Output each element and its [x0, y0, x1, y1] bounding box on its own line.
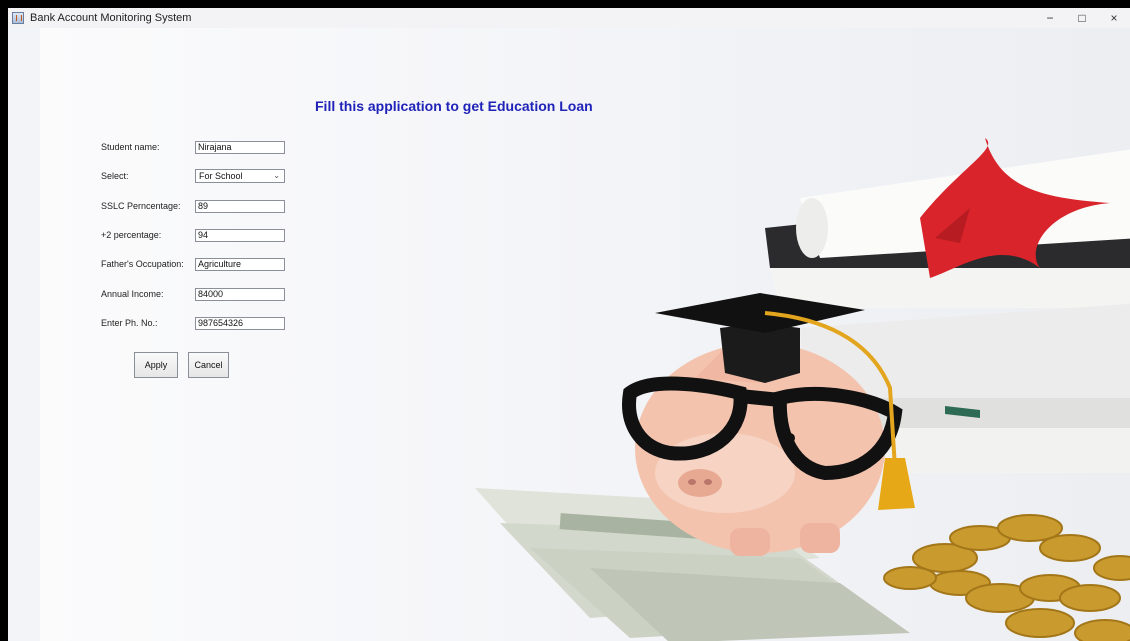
row-select: Select: For School ⌄	[101, 169, 285, 183]
education-loan-illustration	[475, 138, 1130, 641]
row-phone: Enter Ph. No.: 987654326	[101, 316, 285, 330]
row-father-occupation: Father's Occupation: Agriculture	[101, 257, 285, 271]
student-name-input[interactable]: Nirajana	[195, 140, 285, 154]
sslc-input[interactable]: 89	[195, 199, 285, 213]
father-occupation-input[interactable]: Agriculture	[195, 257, 285, 271]
content-panel: Fill this application to get Education L…	[40, 28, 1130, 641]
row-plus-two: +2 percentage: 94	[101, 228, 285, 242]
loan-type-select[interactable]: For School ⌄	[195, 169, 285, 183]
minimize-button[interactable]: −	[1034, 8, 1066, 28]
father-occupation-label: Father's Occupation:	[101, 259, 184, 269]
annual-income-input[interactable]: 84000	[195, 287, 285, 301]
window-title: Bank Account Monitoring System	[30, 12, 192, 24]
coins-icon	[883, 514, 1130, 641]
window-controls: − □ ×	[1034, 8, 1130, 28]
student-name-label: Student name:	[101, 142, 160, 152]
page-heading: Fill this application to get Education L…	[315, 98, 593, 114]
plus-two-input[interactable]: 94	[195, 228, 285, 242]
cancel-button[interactable]: Cancel	[188, 352, 229, 378]
phone-input[interactable]: 987654326	[195, 316, 285, 330]
java-app-icon	[12, 12, 24, 24]
plus-two-label: +2 percentage:	[101, 230, 162, 240]
app-window: Bank Account Monitoring System − □ × Fil…	[8, 8, 1130, 641]
annual-income-label: Annual Income:	[101, 289, 164, 299]
row-annual-income: Annual Income: 84000	[101, 287, 285, 301]
sslc-label: SSLC Perncentage:	[101, 201, 181, 211]
maximize-button[interactable]: □	[1066, 8, 1098, 28]
apply-button[interactable]: Apply	[134, 352, 178, 378]
close-button[interactable]: ×	[1098, 8, 1130, 28]
loan-type-value: For School	[199, 171, 243, 181]
phone-label: Enter Ph. No.:	[101, 318, 158, 328]
row-student-name: Student name: Nirajana	[101, 140, 285, 154]
title-bar: Bank Account Monitoring System − □ ×	[8, 8, 1130, 28]
select-label: Select:	[101, 171, 129, 181]
row-sslc: SSLC Perncentage: 89	[101, 199, 285, 213]
chevron-down-icon: ⌄	[273, 171, 280, 180]
